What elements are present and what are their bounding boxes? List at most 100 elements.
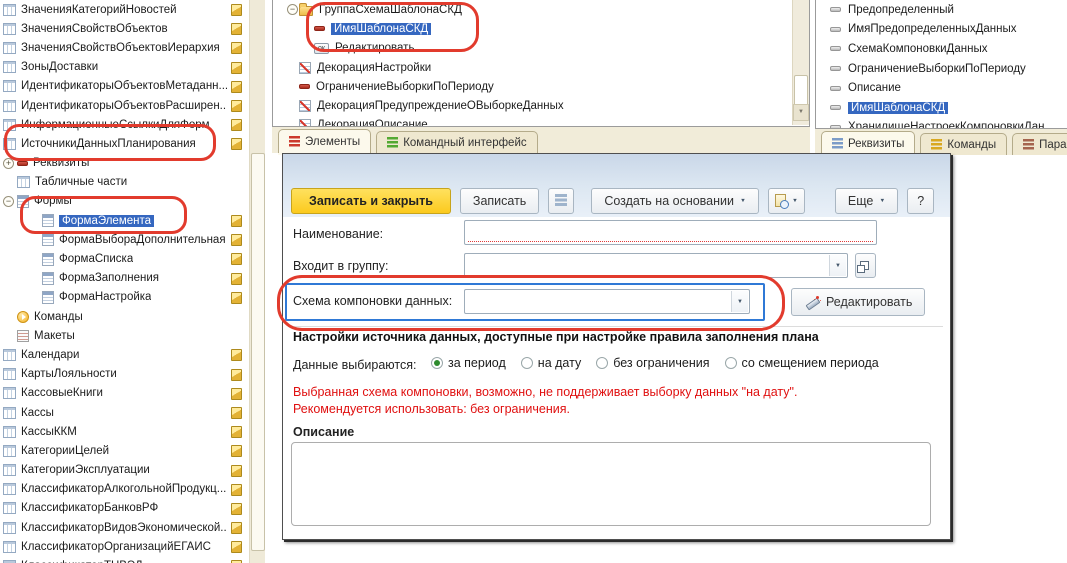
tree-item-forma-spiska[interactable]: ФормаСписка xyxy=(0,249,248,268)
report-icon-button[interactable]: ▼ xyxy=(768,188,805,214)
radio-so-smesheniem[interactable]: со смещением периода xyxy=(725,356,879,370)
tree-item-istochniki-dannyh-planirovanija[interactable]: ИсточникиДанныхПланирования xyxy=(0,134,248,153)
subsystem-cube-icon xyxy=(231,369,242,381)
left-tree-scrollbar[interactable] xyxy=(249,0,265,563)
tree-item-forma-elementa[interactable]: ФормаЭлемента xyxy=(0,211,248,230)
attribute-icon xyxy=(830,66,841,71)
tree-item-kategorii-celej[interactable]: КатегорииЦелей xyxy=(0,441,248,460)
radio-na-datu[interactable]: на дату xyxy=(521,356,581,370)
subsystem-cube-icon xyxy=(231,465,242,477)
radio-bez-ogranichenija[interactable]: без ограничения xyxy=(596,356,709,370)
tab-parametry[interactable]: Парам xyxy=(1012,133,1067,155)
catalog-icon xyxy=(3,387,16,399)
scrollbar-thumb[interactable] xyxy=(251,153,265,551)
elements-tabbar: Элементы Командный интерфейс xyxy=(272,127,810,153)
tree-item-klassifikator-alkogolnoj[interactable]: КлассификаторАлкогольнойПродукц... xyxy=(0,480,248,499)
tree-item-klassifikator-vidov[interactable]: КлассификаторВидовЭкономической... xyxy=(0,518,248,537)
scroll-down-arrow-icon[interactable]: ▼ xyxy=(793,104,809,121)
tree-item-znachenija-kategorij[interactable]: ЗначенияКатегорийНовостей xyxy=(0,0,248,19)
description-textarea[interactable] xyxy=(291,442,931,526)
required-field-marker xyxy=(468,241,873,242)
element-ogranichenie-vyborki[interactable]: ОграничениеВыборкиПоПериоду xyxy=(273,77,809,96)
expand-icon[interactable] xyxy=(3,158,14,169)
group-folder-icon xyxy=(299,6,313,16)
tree-item-znachenija-svojstv[interactable]: ЗначенияСвойствОбъектов xyxy=(0,19,248,38)
tree-item-forma-vybora-dop[interactable]: ФормаВыбораДополнительная xyxy=(0,230,248,249)
tree-item-tablichnye-chasti[interactable]: Табличные части xyxy=(0,173,248,192)
tree-item-identifikatory-metadann[interactable]: ИдентификаторыОбъектовМетаданн... xyxy=(0,77,248,96)
tree-item-kategorii-ekspluatacii[interactable]: КатегорииЭксплуатации xyxy=(0,461,248,480)
tree-item-forma-zapolnenija[interactable]: ФормаЗаполнения xyxy=(0,269,248,288)
tree-item-makety[interactable]: Макеты xyxy=(0,326,248,345)
radio-icon xyxy=(431,357,443,369)
catalog-icon xyxy=(3,61,16,73)
tree-item-identifikatory-rasshiren[interactable]: ИдентификаторыОбъектовРасширен... xyxy=(0,96,248,115)
dropdown-arrow-icon[interactable]: ▼ xyxy=(829,255,846,276)
tab-komandy[interactable]: Команды xyxy=(920,133,1007,155)
dcs-input[interactable]: ▼ xyxy=(464,289,750,314)
element-imja-shablona-skd[interactable]: ИмяШаблонаСКД xyxy=(273,19,809,38)
attr-imja-shablona-skd[interactable]: ИмяШаблонаСКД xyxy=(816,98,1067,118)
tab-rekvizity[interactable]: Реквизиты xyxy=(821,131,915,155)
collapse-icon[interactable] xyxy=(3,196,14,207)
edit-dcs-button[interactable]: Редактировать xyxy=(791,288,925,316)
dcs-field-label: Схема компоновки данных: xyxy=(293,294,452,308)
tab-komandnyj-interfejs[interactable]: Командный интерфейс xyxy=(376,131,537,153)
tree-item-rekvizity[interactable]: Реквизиты xyxy=(0,154,248,173)
document-clock-icon xyxy=(775,194,786,207)
section-header: Настройки источника данных, доступные пр… xyxy=(293,330,819,344)
radio-za-period[interactable]: за период xyxy=(431,356,506,370)
catalog-icon xyxy=(3,407,16,419)
element-dekoracija-opisanie[interactable]: ДекорацияОписание xyxy=(273,116,809,127)
description-label: Описание xyxy=(293,425,354,439)
form-icon xyxy=(42,272,54,285)
collapse-icon[interactable] xyxy=(287,4,298,15)
tree-item-kassy[interactable]: Кассы xyxy=(0,403,248,422)
element-redaktirovat[interactable]: окРедактировать xyxy=(273,39,809,58)
element-gruppa-shema-shablona[interactable]: ГруппаСхемаШаблонаСКД xyxy=(273,0,809,19)
attr-shema-komponovki[interactable]: СхемаКомпоновкиДанных xyxy=(816,39,1067,59)
catalog-icon xyxy=(3,522,16,534)
tree-item-klassifikator-organizacij-egais[interactable]: КлассификаторОрганизацийЕГАИС xyxy=(0,537,248,556)
name-input[interactable] xyxy=(464,220,877,245)
attr-opisanie[interactable]: Описание xyxy=(816,78,1067,98)
section-separator xyxy=(288,326,943,327)
elements-scrollbar[interactable]: ▼ xyxy=(792,0,809,125)
button-icon: ок xyxy=(314,43,329,54)
tree-item-znachenija-svojstv-ierarhija[interactable]: ЗначенияСвойствОбъектовИерархия xyxy=(0,38,248,57)
tree-item-formy[interactable]: Формы xyxy=(0,192,248,211)
save-button[interactable]: Записать xyxy=(460,188,539,214)
tree-item-informacionnye-ssylki[interactable]: ИнформационныеСсылкиДляФорм xyxy=(0,115,248,134)
subsystem-cube-icon xyxy=(231,445,242,457)
attr-ogranichenie-vyborki[interactable]: ОграничениеВыборкиПоПериоду xyxy=(816,59,1067,79)
dropdown-arrow-icon[interactable]: ▼ xyxy=(731,291,748,312)
element-dekoracija-nastrojki[interactable]: ДекорацияНастройки xyxy=(273,58,809,77)
save-and-close-button[interactable]: Записать и закрыть xyxy=(291,188,451,214)
tree-item-kalendari[interactable]: Календари xyxy=(0,345,248,364)
element-dekoracija-preduprezhdenie[interactable]: ДекорацияПредупреждениеОВыборкеДанных xyxy=(273,96,809,115)
attr-hranilishe-nastroek[interactable]: ХранилищеНастроекКомпоновкиДан xyxy=(816,118,1067,129)
tree-item-kassovye-knigi[interactable]: КассовыеКниги xyxy=(0,384,248,403)
attr-imja-predopredelennyh[interactable]: ИмяПредопределенныхДанных xyxy=(816,20,1067,40)
tree-item-forma-nastrojka[interactable]: ФормаНастройка xyxy=(0,288,248,307)
open-group-button[interactable] xyxy=(855,253,876,278)
tree-item-karty-lojalnosti[interactable]: КартыЛояльности xyxy=(0,365,248,384)
catalog-icon xyxy=(3,23,16,35)
more-button[interactable]: Еще▼ xyxy=(835,188,898,214)
catalog-icon xyxy=(3,42,16,54)
scrollbar-thumb[interactable] xyxy=(794,75,808,106)
tree-item-klassifikator-tnved[interactable]: КлассификаторТНВЭД xyxy=(0,556,248,563)
tab-elementy[interactable]: Элементы xyxy=(278,129,371,153)
attr-predopredelennyj[interactable]: Предопределенный xyxy=(816,0,1067,20)
stack-icon-button[interactable] xyxy=(548,188,574,214)
create-based-on-button[interactable]: Создать на основании▼ xyxy=(591,188,759,214)
tree-item-zony-dostavki[interactable]: ЗоныДоставки xyxy=(0,58,248,77)
tree-item-klassifikator-bankov[interactable]: КлассификаторБанковРФ xyxy=(0,499,248,518)
tree-item-komandy[interactable]: Команды xyxy=(0,307,248,326)
warning-line-2: Рекомендуется использовать: без ограниче… xyxy=(293,402,570,416)
attribute-icon xyxy=(830,27,841,32)
tree-item-kassy-kkm[interactable]: КассыККМ xyxy=(0,422,248,441)
group-input[interactable]: ▼ xyxy=(464,253,848,278)
catalog-icon xyxy=(3,4,16,16)
help-button[interactable]: ? xyxy=(907,188,934,214)
